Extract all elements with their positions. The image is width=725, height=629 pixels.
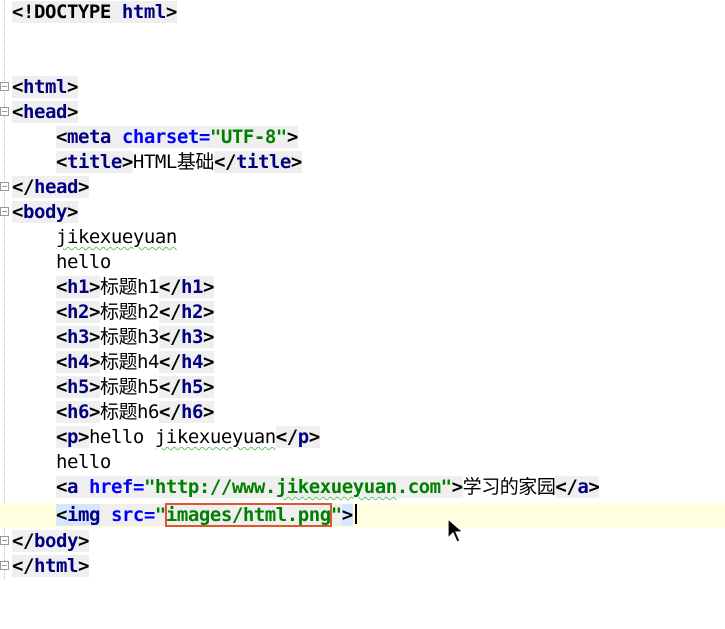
code-line-h4[interactable]: <h4>标题h4</h4>: [0, 350, 214, 375]
code-line-h5[interactable]: <h5>标题h5</h5>: [0, 375, 214, 400]
anchor-text: 学习的家园: [462, 476, 556, 498]
tag-h4-close: h4: [181, 351, 203, 373]
code-line-meta[interactable]: <meta charset="UTF-8">: [0, 125, 298, 150]
code-line-html-open[interactable]: <html>: [0, 75, 78, 100]
attr-charset: charset: [121, 126, 199, 148]
p-text-hello: hello: [88, 426, 155, 448]
h5-text: 标题h5: [99, 376, 160, 398]
attr-src: src: [110, 504, 144, 526]
doctype-close: >: [165, 1, 177, 23]
code-line-text2[interactable]: hello: [0, 250, 111, 275]
tag-html-close: html: [33, 555, 78, 577]
doctype-open: <!DOCTYPE: [12, 1, 111, 23]
tag-head: head: [23, 101, 67, 123]
tag-title-open: title: [66, 151, 122, 173]
tag-h1-close: h1: [181, 276, 203, 298]
tag-a-close: a: [577, 476, 589, 498]
text-hello: hello: [55, 251, 111, 273]
h1-text: 标题h1: [99, 276, 160, 298]
src-value: images/html.png: [164, 503, 332, 527]
h3-text: 标题h3: [99, 326, 160, 348]
tag-h3-close: h3: [181, 326, 203, 348]
tag-h2-close: h2: [181, 301, 203, 323]
p-text-jikexueyuan: jikexueyuan: [154, 426, 276, 448]
tag-p-open: p: [66, 426, 78, 448]
code-line-img-current[interactable]: <img src="images/html.png">: [0, 503, 725, 528]
code-line-body-open[interactable]: <body>: [0, 200, 78, 225]
code-line-body-close[interactable]: </body>: [0, 529, 89, 554]
code-line-head-open[interactable]: <head>: [0, 100, 78, 125]
value-utf8: "UTF-8": [209, 126, 287, 148]
tag-h5-open: h5: [66, 376, 89, 398]
code-line-p[interactable]: <p>hello jikexueyuan</p>: [0, 425, 320, 450]
code-line-title[interactable]: <title>HTML基础</title>: [0, 150, 302, 175]
tag-h1-open: h1: [66, 276, 89, 298]
code-line-html-close[interactable]: </html>: [0, 554, 89, 579]
tag-h5-close: h5: [181, 376, 203, 398]
mouse-pointer-icon: [447, 518, 465, 543]
doctype-keyword: html: [121, 1, 166, 23]
href-value-prefix: "http://www.: [143, 476, 276, 498]
tag-h6-open: h6: [66, 401, 89, 423]
code-line-text1[interactable]: jikexueyuan: [0, 225, 177, 250]
tag-h2-open: h2: [66, 301, 89, 323]
attr-equals: =: [198, 126, 210, 148]
code-line-text3[interactable]: hello: [0, 450, 111, 475]
attr-href: href: [88, 476, 133, 498]
text-caret: [354, 504, 357, 524]
href-value-suffix: .com": [396, 476, 452, 498]
tag-meta: meta: [66, 126, 111, 148]
tag-body: body: [23, 201, 67, 223]
h4-text: 标题h4: [99, 351, 160, 373]
src-quote-open: ": [154, 504, 166, 526]
src-quote-close: ": [330, 504, 342, 526]
tag-head-close: head: [33, 176, 78, 198]
tag-h6-close: h6: [181, 401, 203, 423]
tag-html: html: [23, 76, 67, 98]
text-jikexueyuan: jikexueyuan: [55, 226, 177, 248]
code-line-h1[interactable]: <h1>标题h1</h1>: [0, 275, 214, 300]
h2-text: 标题h2: [99, 301, 160, 323]
tag-h3-open: h3: [66, 326, 89, 348]
code-line-anchor[interactable]: <a href="http://www.jikexueyuan.com">学习的…: [0, 475, 600, 500]
text-hello-2: hello: [55, 451, 111, 473]
tag-img: img: [66, 504, 100, 526]
title-text: HTML基础: [132, 151, 215, 173]
code-line-head-close[interactable]: </head>: [0, 175, 89, 200]
tag-body-close: body: [33, 530, 78, 552]
code-line-h2[interactable]: <h2>标题h2</h2>: [0, 300, 214, 325]
tag-p-close: p: [297, 426, 309, 448]
code-line-h3[interactable]: <h3>标题h3</h3>: [0, 325, 214, 350]
tag-title-close: title: [235, 151, 291, 173]
code-line-h6[interactable]: <h6>标题h6</h6>: [0, 400, 214, 425]
tag-h4-open: h4: [66, 351, 89, 373]
href-value-domain: jikexueyuan: [275, 476, 397, 498]
code-editor[interactable]: <!DOCTYPE html> <html> <head> <meta char…: [0, 0, 725, 579]
code-line-doctype[interactable]: <!DOCTYPE html>: [0, 0, 177, 25]
tag-a-open: a: [66, 476, 78, 498]
h6-text: 标题h6: [99, 401, 160, 423]
